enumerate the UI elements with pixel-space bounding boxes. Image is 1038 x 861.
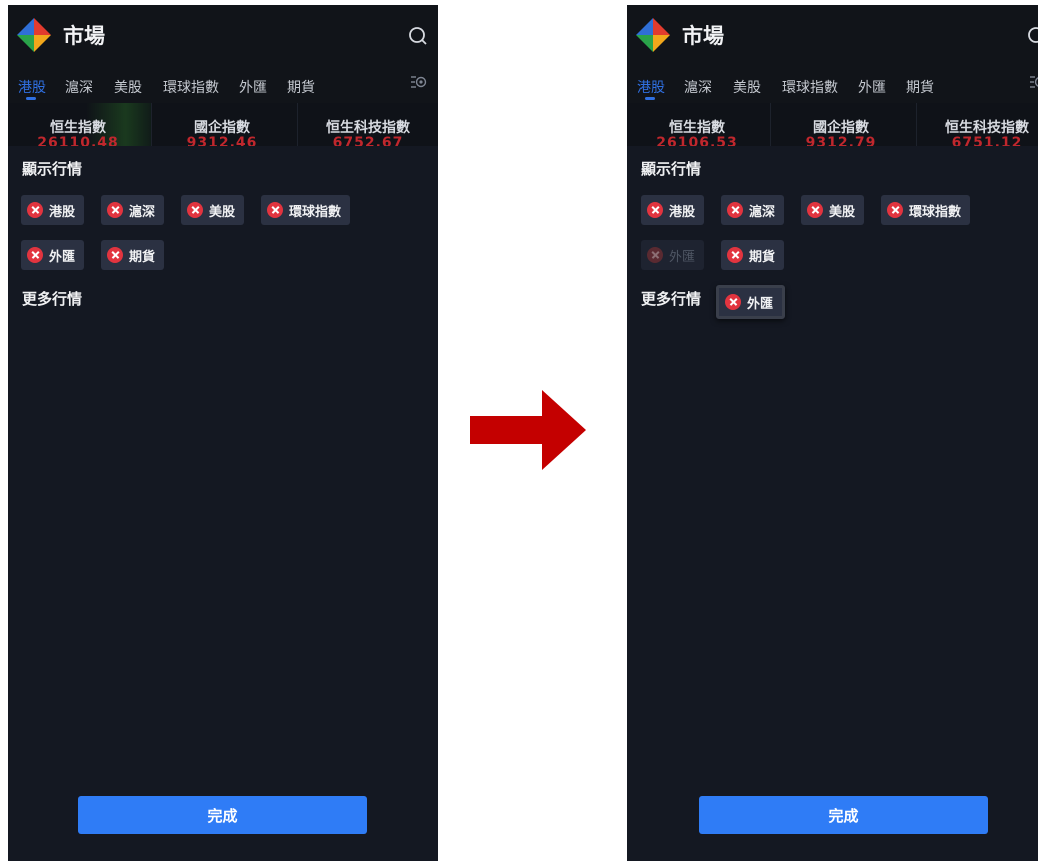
index-bar: 恒生指數 26110.48 國企指數 9312.46 恒生科技指數 6752.6… <box>8 103 438 146</box>
index-card-hsi[interactable]: 恒生指數 26106.53 <box>627 103 767 146</box>
right-arrow-icon <box>470 390 586 470</box>
chip-label: 外匯 <box>747 296 774 312</box>
chip-forex[interactable]: 外匯 <box>21 240 85 270</box>
tab-us[interactable]: 美股 <box>114 77 142 97</box>
active-tab-indicator <box>26 97 36 100</box>
chip-hk[interactable]: 港股 <box>21 195 85 225</box>
remove-icon <box>647 247 663 263</box>
chip-label: 環球指數 <box>909 204 962 220</box>
chip-label: 期貨 <box>129 249 156 265</box>
chip-label: 美股 <box>829 204 856 220</box>
edit-panel: 顯示行情 港股 滬深 美股 環球指數 外匯 期貨 更多行情 完成 <box>8 146 438 861</box>
remove-icon[interactable] <box>107 247 123 263</box>
remove-icon[interactable] <box>107 202 123 218</box>
chip-sh-sz[interactable]: 滬深 <box>101 195 165 225</box>
tab-sh-sz[interactable]: 滬深 <box>65 77 93 97</box>
chip-label: 外匯 <box>49 249 76 265</box>
index-card-hscei[interactable]: 國企指數 9312.46 <box>151 103 292 146</box>
index-value: 6752.67 <box>332 135 404 146</box>
chip-futures[interactable]: 期貨 <box>101 240 165 270</box>
remove-icon[interactable] <box>887 202 903 218</box>
chip-sh-sz[interactable]: 滬深 <box>721 195 785 225</box>
index-card-hstech[interactable]: 恒生科技指數 6751.12 <box>916 103 1038 146</box>
more-section-title: 更多行情 <box>22 290 83 308</box>
chip-global-index[interactable]: 環球指數 <box>881 195 971 225</box>
logo-icon <box>636 18 670 52</box>
chip-label: 港股 <box>669 204 696 220</box>
chip-label: 港股 <box>49 204 76 220</box>
index-name: 恒生科技指數 <box>945 120 1029 136</box>
index-name: 恒生指數 <box>50 120 106 136</box>
remove-icon[interactable] <box>647 202 663 218</box>
chip-label: 滬深 <box>749 204 776 220</box>
top-bar: 市場 <box>627 5 1038 65</box>
remove-icon[interactable] <box>807 202 823 218</box>
chip-label: 期貨 <box>749 249 776 265</box>
done-button[interactable]: 完成 <box>699 796 988 834</box>
chip-label: 美股 <box>209 204 236 220</box>
tab-futures[interactable]: 期貨 <box>906 77 934 97</box>
more-section-title: 更多行情 <box>641 290 702 308</box>
search-icon[interactable] <box>408 26 428 46</box>
remove-icon[interactable] <box>727 202 743 218</box>
displayed-section-title: 顯示行情 <box>641 160 702 178</box>
remove-icon[interactable] <box>187 202 203 218</box>
edit-panel: 顯示行情 港股 滬深 美股 環球指數 外匯 期貨 更多行情 外匯 完成 <box>627 146 1038 861</box>
chip-forex-dragging[interactable]: 外匯 <box>716 285 786 319</box>
tab-global-index[interactable]: 環球指數 <box>782 77 838 97</box>
logo-icon <box>17 18 51 52</box>
market-tabs: 港股 滬深 美股 環球指數 外匯 期貨 <box>8 65 438 103</box>
remove-icon[interactable] <box>267 202 283 218</box>
index-value: 9312.46 <box>186 135 258 146</box>
index-card-hstech[interactable]: 恒生科技指數 6752.67 <box>297 103 438 146</box>
tab-settings-icon[interactable] <box>409 73 427 91</box>
index-value: 26110.48 <box>37 135 119 146</box>
chip-global-index[interactable]: 環球指數 <box>261 195 351 225</box>
tab-forex[interactable]: 外匯 <box>239 77 267 97</box>
tab-global-index[interactable]: 環球指數 <box>163 77 219 97</box>
tab-sh-sz[interactable]: 滬深 <box>684 77 712 97</box>
page-title: 市場 <box>63 24 105 48</box>
screen-after: 市場 港股 滬深 美股 環球指數 外匯 期貨 恒生指數 26106.53 國企指… <box>627 5 1038 861</box>
tab-futures[interactable]: 期貨 <box>287 77 315 97</box>
index-value: 26106.53 <box>656 135 738 146</box>
chip-label: 環球指數 <box>289 204 342 220</box>
remove-icon[interactable] <box>27 202 43 218</box>
chip-hk[interactable]: 港股 <box>641 195 705 225</box>
active-tab-indicator <box>645 97 655 100</box>
index-card-hscei[interactable]: 國企指數 9312.79 <box>770 103 911 146</box>
index-name: 國企指數 <box>813 120 869 136</box>
index-value: 9312.79 <box>805 135 877 146</box>
chip-forex-placeholder: 外匯 <box>641 240 705 270</box>
displayed-section-title: 顯示行情 <box>22 160 83 178</box>
index-value: 6751.12 <box>951 135 1023 146</box>
tab-us[interactable]: 美股 <box>733 77 761 97</box>
page-title: 市場 <box>682 24 724 48</box>
top-bar: 市場 <box>8 5 438 65</box>
chip-label: 外匯 <box>669 249 696 265</box>
chip-label: 滬深 <box>129 204 156 220</box>
screen-before: 市場 港股 滬深 美股 環球指數 外匯 期貨 恒生指數 26110.48 國企指… <box>8 5 438 861</box>
tab-settings-icon[interactable] <box>1028 73 1038 91</box>
index-name: 國企指數 <box>194 120 250 136</box>
remove-icon[interactable] <box>727 247 743 263</box>
search-icon[interactable] <box>1027 26 1038 46</box>
tab-hk[interactable]: 港股 <box>637 77 665 97</box>
index-card-hsi[interactable]: 恒生指數 26110.48 <box>8 103 148 146</box>
market-tabs: 港股 滬深 美股 環球指數 外匯 期貨 <box>627 65 1038 103</box>
remove-icon[interactable] <box>27 247 43 263</box>
chip-us[interactable]: 美股 <box>181 195 245 225</box>
chip-us[interactable]: 美股 <box>801 195 865 225</box>
index-name: 恒生科技指數 <box>326 120 410 136</box>
index-name: 恒生指數 <box>669 120 725 136</box>
remove-icon[interactable] <box>725 294 741 310</box>
chip-futures[interactable]: 期貨 <box>721 240 785 270</box>
index-bar: 恒生指數 26106.53 國企指數 9312.79 恒生科技指數 6751.1… <box>627 103 1038 146</box>
tab-hk[interactable]: 港股 <box>18 77 46 97</box>
done-button[interactable]: 完成 <box>78 796 367 834</box>
tab-forex[interactable]: 外匯 <box>858 77 886 97</box>
